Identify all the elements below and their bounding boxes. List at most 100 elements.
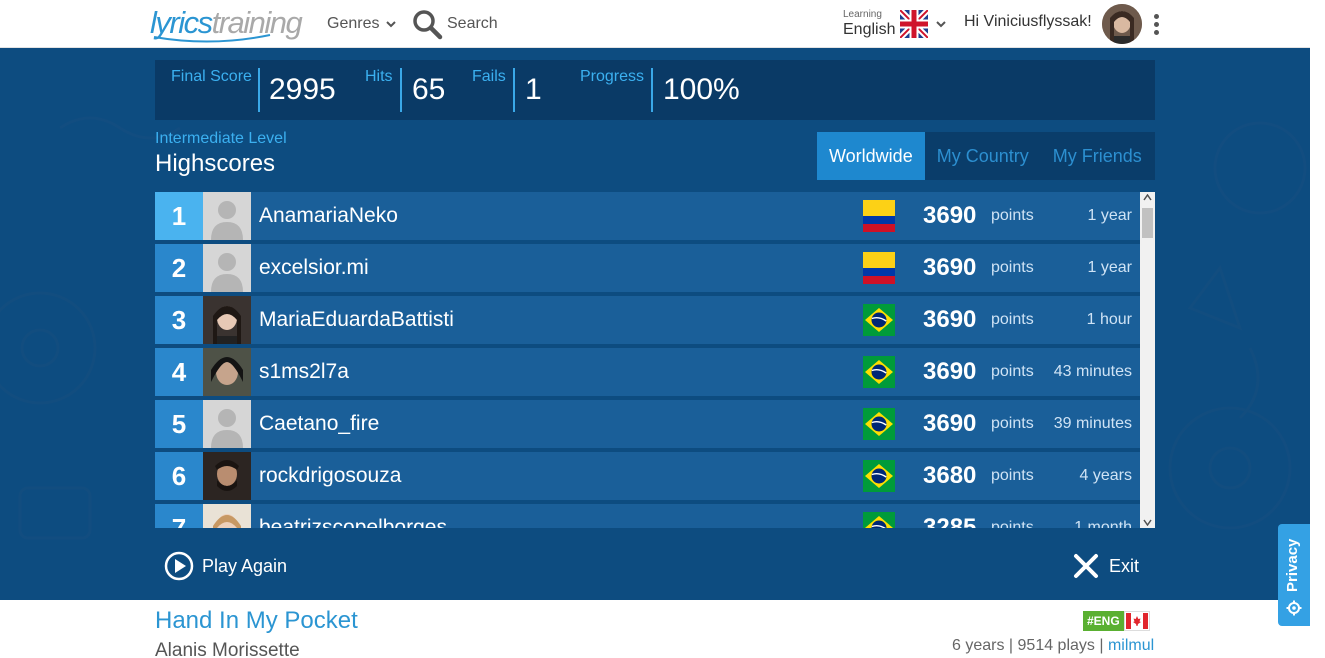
song-title[interactable]: Hand In My Pocket <box>155 607 358 635</box>
page: lyricstraining Genres Search Learning En… <box>0 0 1325 658</box>
learning-language-selector[interactable]: Learning English <box>842 8 952 42</box>
chevron-down-icon <box>386 21 397 28</box>
rank-number: 6 <box>155 452 203 500</box>
brazil-flag-icon <box>863 304 895 336</box>
learning-caption: Learning <box>843 9 882 20</box>
player-name[interactable]: excelsior.mi <box>259 244 369 292</box>
country-flag <box>863 252 895 289</box>
player-points: 3690 <box>923 358 977 385</box>
play-again-label: Play Again <box>202 555 288 576</box>
search-button[interactable]: Search <box>411 8 498 40</box>
country-flag <box>863 356 895 393</box>
player-name[interactable]: s1ms2l7a <box>259 348 349 396</box>
language-badge: #ENG <box>1083 611 1150 631</box>
progress-value: 100% <box>663 73 740 106</box>
results-panel: Final Score 2995 Hits 65 Fails 1 Progres… <box>0 48 1310 600</box>
tab-my-country[interactable]: My Country <box>925 132 1041 180</box>
points-label: points <box>991 311 1034 328</box>
search-label: Search <box>447 15 498 32</box>
player-avatar[interactable] <box>203 296 251 344</box>
player-avatar[interactable] <box>203 244 251 292</box>
user-avatar-image <box>1102 4 1142 44</box>
highscore-row[interactable]: 2 excelsior.mi 3690 points 1 year <box>155 244 1140 292</box>
language-tag: #ENG <box>1083 611 1124 631</box>
highscore-tabs: Worldwide My Country My Friends <box>817 132 1155 180</box>
player-name[interactable]: rockdrigosouza <box>259 452 401 500</box>
highscore-row[interactable]: 5 Caetano_fire 3690 points 39 minutes <box>155 400 1140 448</box>
country-flag <box>863 460 895 497</box>
genres-menu[interactable]: Genres <box>327 12 397 36</box>
score-time-ago: 1 year <box>1087 207 1132 224</box>
hits-value: 65 <box>412 73 446 106</box>
highscore-row[interactable]: 3 MariaEduardaBattisti 3690 points 1 hour <box>155 296 1140 344</box>
search-icon <box>413 10 443 40</box>
logo-swoosh-icon <box>153 34 271 43</box>
points-label: points <box>991 259 1034 276</box>
uploader-link[interactable]: milmul <box>1108 637 1154 654</box>
more-menu-icon[interactable] <box>1150 12 1162 38</box>
country-flag <box>863 200 895 237</box>
country-flag <box>863 408 895 445</box>
genres-label: Genres <box>327 15 380 32</box>
rank-number: 2 <box>155 244 203 292</box>
tab-worldwide[interactable]: Worldwide <box>817 132 925 180</box>
colombia-flag-icon <box>863 252 895 284</box>
points-label: points <box>991 467 1034 484</box>
player-name[interactable]: MariaEduardaBattisti <box>259 296 454 344</box>
scroll-up-icon[interactable] <box>1143 194 1152 201</box>
highscore-list: 1 AnamariaNeko 3690 points 1 year 2 excelsior.… <box>155 192 1140 528</box>
highscore-row[interactable]: 1 AnamariaNeko 3690 points 1 year <box>155 192 1140 240</box>
rank-number: 5 <box>155 400 203 448</box>
player-name[interactable]: AnamariaNeko <box>259 192 398 240</box>
player-points: 3690 <box>923 306 977 333</box>
score-time-ago: 39 minutes <box>1053 415 1132 432</box>
colombia-flag-icon <box>863 200 895 232</box>
country-flag <box>863 304 895 341</box>
exit-label: Exit <box>1109 555 1140 576</box>
player-name[interactable]: Caetano_fire <box>259 400 379 448</box>
gear-icon <box>1286 600 1302 616</box>
final-score-value: 2995 <box>269 73 336 106</box>
user-avatar[interactable] <box>1102 4 1142 44</box>
scrollbar[interactable] <box>1140 192 1155 528</box>
player-points: 3285 <box>923 514 977 528</box>
highscore-row[interactable]: 4 s1ms2l7a 3690 points 43 minutes <box>155 348 1140 396</box>
rank-number: 7 <box>155 504 203 528</box>
score-summary-bar: Final Score 2995 Hits 65 Fails 1 Progres… <box>155 60 1155 120</box>
player-avatar[interactable] <box>203 504 251 528</box>
play-icon <box>164 551 194 581</box>
player-avatar[interactable] <box>203 192 251 240</box>
player-name[interactable]: beatrizscopelborges <box>259 504 447 528</box>
player-avatar[interactable] <box>203 400 251 448</box>
song-meta: 6 years | 9514 plays | milmul <box>952 637 1154 655</box>
brazil-flag-icon <box>863 408 895 440</box>
artist-name[interactable]: Alanis Morissette <box>155 640 300 658</box>
exit-button[interactable]: Exit <box>1073 550 1139 582</box>
progress-label: Progress <box>580 68 645 85</box>
scroll-down-icon[interactable] <box>1143 519 1152 526</box>
score-time-ago: 43 minutes <box>1053 363 1132 380</box>
player-points: 3690 <box>923 410 977 437</box>
privacy-button[interactable]: Privacy <box>1278 524 1310 626</box>
player-points: 3690 <box>923 254 977 281</box>
player-avatar[interactable] <box>203 452 251 500</box>
rank-number: 4 <box>155 348 203 396</box>
final-score-label: Final Score <box>171 68 252 85</box>
scrollbar-thumb[interactable] <box>1142 208 1153 238</box>
player-avatar[interactable] <box>203 348 251 396</box>
score-time-ago: 1 month <box>1074 519 1132 528</box>
level-label: Intermediate Level <box>155 130 287 147</box>
highscore-row[interactable]: 7 beatrizscopelborges 3285 points 1 month <box>155 504 1140 528</box>
points-label: points <box>991 363 1034 380</box>
highscore-row[interactable]: 6 rockdrigosouza 3680 points 4 years <box>155 452 1140 500</box>
learning-language: English <box>843 21 896 38</box>
brazil-flag-icon <box>863 512 895 528</box>
points-label: points <box>991 519 1034 528</box>
tab-my-friends[interactable]: My Friends <box>1041 132 1154 180</box>
divider <box>400 68 402 112</box>
country-flag <box>863 512 895 528</box>
player-points: 3680 <box>923 462 977 489</box>
play-again-button[interactable]: Play Again <box>164 550 287 582</box>
top-navbar: lyricstraining Genres Search Learning En… <box>0 0 1310 48</box>
player-points: 3690 <box>923 202 977 229</box>
